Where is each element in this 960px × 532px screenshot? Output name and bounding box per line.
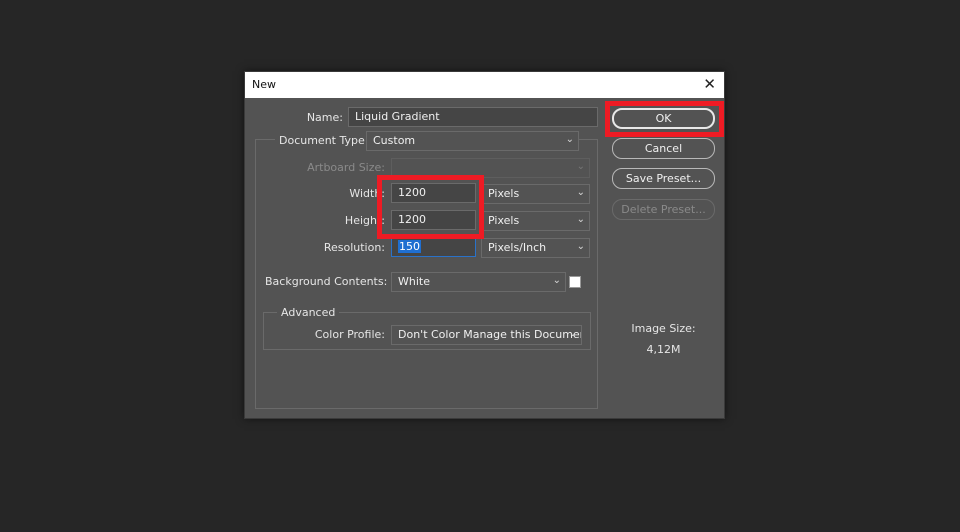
background-contents-select[interactable]: White ⌄ — [391, 272, 566, 292]
color-profile-label: Color Profile: — [314, 328, 385, 341]
chevron-down-icon: ⌄ — [576, 214, 585, 225]
dialog-titlebar: New ✕ — [245, 72, 724, 98]
save-preset-button[interactable]: Save Preset... — [612, 168, 715, 189]
resolution-unit-select[interactable]: Pixels/Inch ⌄ — [481, 238, 590, 258]
image-size-label: Image Size: — [631, 322, 696, 335]
close-icon[interactable]: ✕ — [703, 74, 716, 94]
ok-button[interactable]: OK — [612, 108, 715, 129]
width-value: 1200 — [398, 186, 426, 199]
width-unit-select[interactable]: Pixels ⌄ — [481, 184, 590, 204]
cancel-button[interactable]: Cancel — [612, 138, 715, 159]
name-label: Name: — [306, 111, 343, 124]
artboard-size-label: Artboard Size: — [307, 161, 385, 174]
image-size-value: 4,12M — [646, 343, 681, 356]
document-type-select[interactable]: Custom ⌄ — [366, 131, 579, 151]
chevron-down-icon: ⌄ — [552, 275, 561, 286]
new-document-dialog: New ✕ Name: Liquid Gradient Document Typ… — [244, 71, 725, 419]
chevron-down-icon: ⌄ — [576, 241, 585, 252]
color-profile-value: Don't Color Manage this Document — [398, 328, 582, 341]
height-value: 1200 — [398, 213, 426, 226]
name-input[interactable]: Liquid Gradient — [348, 107, 598, 127]
name-input-value: Liquid Gradient — [355, 110, 440, 123]
document-type-value: Custom — [373, 134, 416, 147]
dialog-title: New — [252, 78, 276, 91]
height-unit-select[interactable]: Pixels ⌄ — [481, 211, 590, 231]
height-input[interactable]: 1200 — [391, 210, 476, 230]
advanced-legend: Advanced — [277, 306, 340, 319]
resolution-label: Resolution: — [323, 241, 385, 254]
background-contents-label: Background Contents: — [265, 275, 388, 288]
artboard-size-select: ⌄ — [391, 158, 590, 178]
width-label: Width: — [349, 187, 385, 200]
resolution-unit-value: Pixels/Inch — [488, 241, 547, 254]
color-profile-select[interactable]: Don't Color Manage this Document ⌄ — [391, 325, 582, 345]
chevron-down-icon: ⌄ — [576, 161, 585, 172]
chevron-down-icon: ⌄ — [576, 187, 585, 198]
document-type-label: Document Type: — [275, 134, 373, 147]
height-unit-value: Pixels — [488, 214, 520, 227]
chevron-down-icon: ⌄ — [568, 328, 577, 339]
resolution-value: 150 — [398, 240, 421, 253]
background-contents-value: White — [398, 275, 430, 288]
width-unit-value: Pixels — [488, 187, 520, 200]
resolution-input[interactable]: 150 — [391, 237, 476, 257]
width-input[interactable]: 1200 — [391, 183, 476, 203]
background-color-swatch[interactable] — [569, 276, 581, 288]
chevron-down-icon: ⌄ — [565, 134, 574, 145]
delete-preset-button: Delete Preset... — [612, 199, 715, 220]
height-label: Height: — [344, 214, 385, 227]
